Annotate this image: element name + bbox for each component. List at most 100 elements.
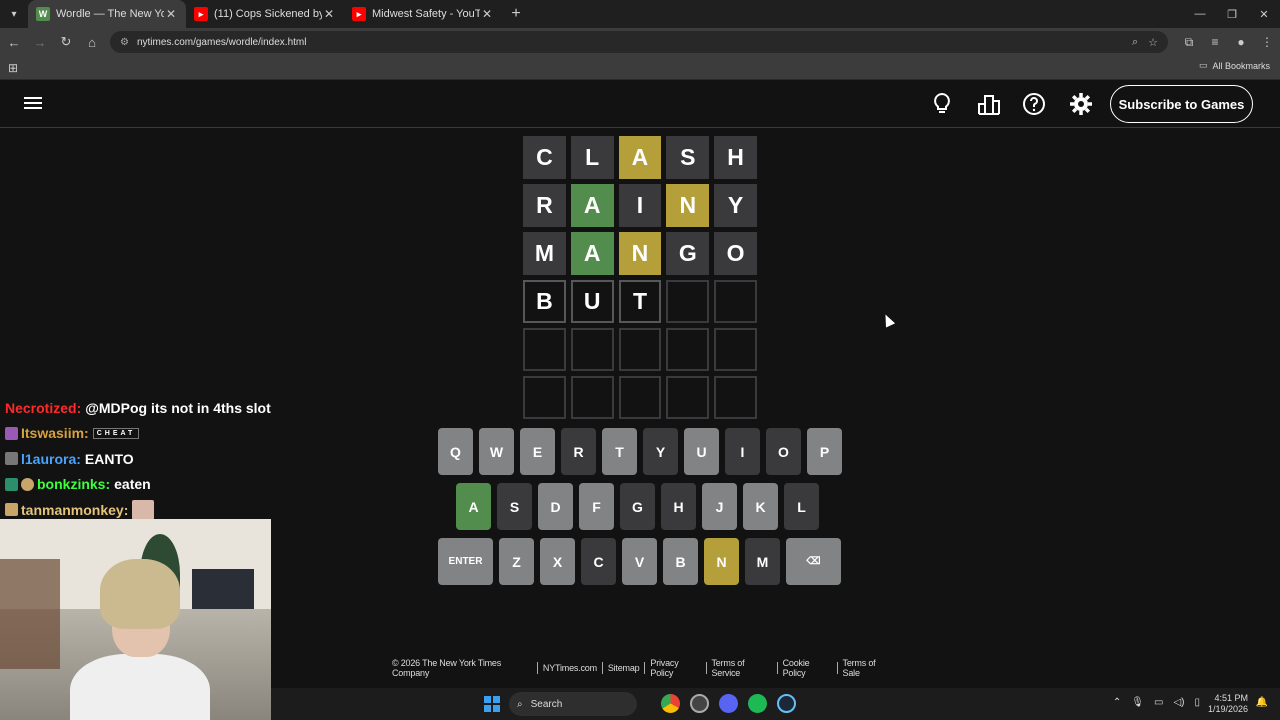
taskbar-search[interactable]: ⌕ Search [509, 692, 637, 716]
footer-separator [776, 662, 778, 674]
chat-emote-text: CHEAT [92, 427, 140, 439]
key-q[interactable]: Q [438, 428, 473, 475]
board-tile: B [523, 280, 566, 323]
chrome-icon[interactable] [661, 694, 680, 713]
close-icon[interactable]: ✕ [480, 7, 494, 21]
footer-link[interactable]: Privacy Policy [650, 658, 700, 678]
board-tile [666, 376, 710, 419]
key-k[interactable]: K [743, 483, 778, 530]
restore-icon[interactable]: ❐ [1216, 0, 1248, 28]
new-tab-icon[interactable]: + [502, 5, 530, 23]
volume-icon[interactable]: ◁) [1173, 697, 1184, 708]
close-icon[interactable]: ✕ [164, 7, 178, 21]
tab-search-icon[interactable]: ▾ [0, 0, 28, 28]
microphone-icon[interactable]: 🎙 [1131, 697, 1144, 708]
key-t[interactable]: T [602, 428, 637, 475]
board-tile [618, 328, 662, 371]
taskbar-clock[interactable]: 4:51 PM 1/19/2026 [1208, 693, 1248, 715]
window-close-icon[interactable]: ✕ [1248, 0, 1280, 28]
key-g[interactable]: G [620, 483, 655, 530]
footer-link[interactable]: © 2026 The New York Times Company [392, 658, 532, 678]
profile-avatar-icon[interactable]: ● [1228, 35, 1254, 50]
key-i[interactable]: I [725, 428, 760, 475]
spotify-icon[interactable] [748, 694, 767, 713]
stats-icon[interactable] [977, 92, 1001, 116]
backspace-key[interactable]: ⌫ [786, 538, 841, 585]
hamburger-menu-icon[interactable] [24, 94, 42, 112]
footer-link[interactable]: Terms of Sale [843, 658, 892, 678]
more-menu-icon[interactable]: ⋮ [1254, 35, 1280, 50]
forward-icon[interactable]: → [28, 28, 52, 56]
network-icon[interactable]: ▭ [1154, 697, 1163, 708]
footer-link[interactable]: Cookie Policy [783, 658, 832, 678]
key-c[interactable]: C [581, 538, 616, 585]
windows-start-icon[interactable] [484, 696, 500, 712]
media-icon[interactable]: ≡ [1202, 35, 1228, 50]
battery-icon[interactable]: ▯ [1194, 697, 1200, 708]
key-n[interactable]: N [704, 538, 739, 585]
notification-bell-icon[interactable]: 🔔 [1256, 697, 1268, 708]
footer-link[interactable]: NYTimes.com [543, 663, 597, 673]
board-row [523, 328, 757, 371]
key-l[interactable]: L [784, 483, 819, 530]
obs-icon[interactable] [690, 694, 709, 713]
key-f[interactable]: F [579, 483, 614, 530]
settings-icon[interactable] [1069, 92, 1093, 116]
key-w[interactable]: W [479, 428, 514, 475]
keyboard-row: ASDFGHJKL [438, 483, 843, 530]
bookmark-star-icon[interactable]: ☆ [1148, 36, 1158, 49]
help-icon[interactable] [1022, 92, 1046, 116]
footer-link[interactable]: Terms of Service [712, 658, 772, 678]
bookmarks-bar: ⊞ ▭ All Bookmarks [0, 56, 1280, 80]
hint-bulb-icon[interactable] [930, 92, 954, 116]
key-e[interactable]: E [520, 428, 555, 475]
footer-separator [536, 662, 538, 674]
tab-youtube-cops[interactable]: ▸ (11) Cops Sickened by Evil Mot ✕ [186, 0, 344, 28]
url-bar[interactable]: ⚙ nytimes.com/games/wordle/index.html ⌕ … [110, 31, 1168, 53]
steam-icon[interactable] [777, 694, 796, 713]
close-icon[interactable]: ✕ [322, 7, 336, 21]
site-info-icon[interactable]: ⚙ [120, 37, 129, 48]
tray-chevron-icon[interactable]: ⌃ [1113, 697, 1121, 708]
back-icon[interactable]: ← [2, 28, 26, 56]
tab-youtube-midwest[interactable]: ▸ Midwest Safety - YouTube ✕ [344, 0, 502, 28]
board-tile [714, 328, 757, 371]
key-a[interactable]: A [456, 483, 491, 530]
key-j[interactable]: J [702, 483, 737, 530]
chat-text: EANTO [84, 450, 134, 467]
subscribe-button[interactable]: Subscribe to Games [1110, 85, 1253, 123]
key-m[interactable]: M [745, 538, 780, 585]
board-row: BUT [523, 280, 757, 323]
minimize-icon[interactable]: — [1184, 0, 1216, 28]
key-y[interactable]: Y [643, 428, 678, 475]
key-u[interactable]: U [684, 428, 719, 475]
chat-message: bonkzinks: eaten [5, 472, 305, 498]
zoom-icon[interactable]: ⌕ [1132, 36, 1138, 49]
apps-grid-icon[interactable]: ⊞ [0, 61, 26, 75]
footer-link[interactable]: Sitemap [608, 663, 640, 673]
board-row: CLASH [523, 136, 757, 179]
key-v[interactable]: V [622, 538, 657, 585]
chat-text: eaten [114, 476, 151, 493]
key-o[interactable]: O [766, 428, 801, 475]
reload-icon[interactable]: ↻ [54, 28, 78, 56]
key-z[interactable]: Z [499, 538, 534, 585]
enter-key[interactable]: ENTER [438, 538, 493, 585]
chat-badge-icon [5, 503, 18, 517]
key-h[interactable]: H [661, 483, 696, 530]
key-r[interactable]: R [561, 428, 596, 475]
tab-wordle[interactable]: W Wordle — The New York Times ✕ [28, 0, 186, 28]
discord-icon[interactable] [719, 694, 738, 713]
key-s[interactable]: S [497, 483, 532, 530]
wordle-favicon-icon: W [36, 7, 50, 21]
key-d[interactable]: D [538, 483, 573, 530]
chat-badge-icon [5, 426, 18, 440]
key-p[interactable]: P [807, 428, 842, 475]
all-bookmarks-button[interactable]: ▭ All Bookmarks [1199, 60, 1270, 71]
extensions-icon[interactable]: ⧉ [1176, 35, 1202, 50]
stream-chat-overlay: Necrotized: @MDPog its not in 4ths slot It… [5, 395, 305, 523]
key-x[interactable]: X [540, 538, 575, 585]
footer-separator [601, 662, 603, 674]
home-icon[interactable]: ⌂ [80, 28, 104, 56]
key-b[interactable]: B [663, 538, 698, 585]
